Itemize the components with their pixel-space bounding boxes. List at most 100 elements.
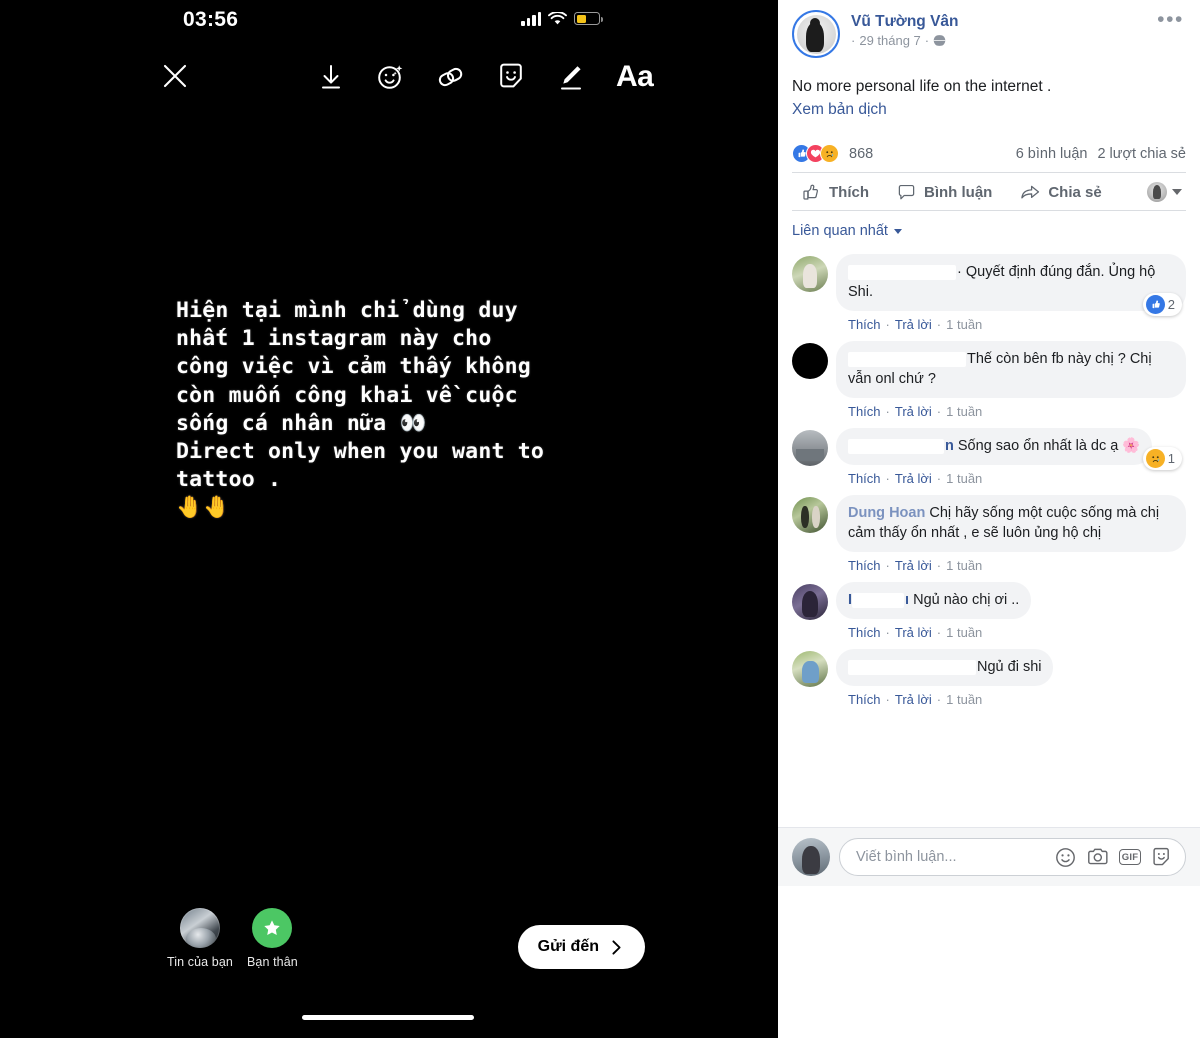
comment-like-action[interactable]: Thích (848, 692, 881, 707)
comment-bubble: · Quyết định đúng đắn. Ủng hộ Shi. (836, 254, 1186, 311)
sticker-icon[interactable] (1152, 847, 1173, 868)
shares-count[interactable]: 2 lượt chia sẻ (1097, 146, 1186, 162)
sticker-icon[interactable] (492, 57, 530, 97)
action-separator: · (936, 471, 942, 486)
comment-actions: Thích · Trả lời · 1 tuần (836, 686, 1186, 709)
like-button-label: Thích (829, 183, 869, 201)
action-separator: · (936, 404, 942, 419)
commenter-name-tail[interactable]: n (945, 438, 954, 454)
post-date[interactable]: 29 tháng 7 (859, 33, 920, 48)
post-header: Vũ Tường Vân · 29 tháng 7 · ••• (792, 0, 1186, 62)
status-bar: 03:56 (0, 0, 775, 46)
audience-close-friends[interactable]: Bạn thân (247, 908, 298, 969)
post-action-row: Thích Bình luận Chia sẻ (792, 172, 1186, 210)
save-icon[interactable] (312, 57, 350, 97)
comment-button[interactable]: Bình luận (883, 183, 1006, 202)
comment-input-placeholder: Viết bình luận... (856, 849, 957, 865)
comment-bubble: Iı Ngủ nào chị ơi .. (836, 582, 1032, 619)
comment-reply-action[interactable]: Trả lời (895, 471, 932, 486)
redacted-name (848, 351, 966, 367)
globe-icon[interactable] (933, 34, 947, 47)
commenter-avatar[interactable] (792, 343, 828, 379)
like-button[interactable]: Thích (792, 183, 883, 202)
action-separator: · (885, 471, 890, 486)
comment-like-action[interactable]: Thích (848, 471, 881, 486)
emoji-icon[interactable] (1055, 847, 1076, 868)
comment-actions: Thích · Trả lời · 1 tuần (836, 552, 1186, 575)
action-separator: · (936, 692, 942, 707)
post-author-name[interactable]: Vũ Tường Vân (851, 12, 959, 31)
comment-reply-action[interactable]: Trả lời (895, 692, 932, 707)
audience-your-story[interactable]: Tin của bạn (167, 908, 233, 969)
comment-button-label: Bình luận (924, 183, 993, 201)
chevron-down-icon (1172, 189, 1182, 195)
author-avatar[interactable] (792, 10, 840, 58)
commenter-avatar[interactable] (792, 497, 828, 533)
send-to-button[interactable]: Gửi đến (517, 925, 645, 969)
redacted-name (852, 592, 905, 608)
comment-reaction-badge[interactable]: 1 (1142, 447, 1182, 470)
instagram-story-composer: 03:56 Aa Hiện tại mình chỉ dùng duy nhất… (0, 0, 775, 1038)
comment-reply-action[interactable]: Trả lời (895, 625, 932, 640)
share-button[interactable]: Chia sẻ (1006, 183, 1115, 202)
redacted-name (848, 264, 956, 280)
sad-reaction-icon (820, 144, 839, 163)
action-separator: · (885, 317, 890, 332)
comment-composer: Viết bình luận... GIF (778, 827, 1200, 886)
post-date-sep: · (924, 33, 930, 48)
comment-actions: Thích · Trả lời · 1 tuần (836, 619, 1186, 642)
commenter-name[interactable]: Dung Hoan (848, 505, 925, 521)
text-icon[interactable]: Aa (612, 62, 654, 92)
commenter-avatar[interactable] (792, 651, 828, 687)
reaction-summary[interactable]: 868 (792, 144, 873, 163)
green-star-icon (252, 908, 293, 948)
comment-like-action[interactable]: Thích (848, 317, 881, 332)
comment-input-box[interactable]: Viết bình luận... GIF (839, 838, 1186, 876)
action-separator: · (885, 625, 890, 640)
audience-your-story-label: Tin của bạn (167, 955, 233, 969)
comment-reaction-badge[interactable]: 2 (1142, 293, 1182, 316)
audience-avatar (1147, 182, 1167, 202)
link-icon[interactable] (432, 57, 470, 97)
close-x-icon[interactable] (160, 61, 190, 91)
commenter-avatar[interactable] (792, 584, 828, 620)
like-reaction-icon (1145, 295, 1165, 314)
comment-bubble-icon (898, 184, 915, 199)
story-text-content[interactable]: Hiện tại mình chỉ dùng duy nhất 1 instag… (176, 297, 606, 523)
draw-icon[interactable] (552, 57, 590, 97)
comment-bubble: Dung Hoan Chị hãy sống một cuộc sống mà … (836, 495, 1186, 552)
comment-reply-action[interactable]: Trả lời (895, 404, 932, 419)
current-user-avatar[interactable] (792, 838, 830, 876)
comment-item: Iı Ngủ nào chị ơi .. Thích · Trả lời · 1… (792, 575, 1186, 642)
commenter-name-tail[interactable]: ı (905, 592, 909, 608)
post-menu-ellipsis-icon[interactable]: ••• (1157, 9, 1184, 30)
comment-like-action[interactable]: Thích (848, 558, 881, 573)
comment-like-action[interactable]: Thích (848, 625, 881, 640)
gif-icon[interactable]: GIF (1119, 849, 1141, 865)
see-translation-link[interactable]: Xem bản dịch (792, 97, 1186, 120)
story-tool-icons: Aa (312, 57, 654, 97)
commenter-avatar[interactable] (792, 256, 828, 292)
comment-actions: Thích · Trả lời · 1 tuần (836, 465, 1186, 488)
comment-text: Ngủ nào chị ơi .. (913, 592, 1020, 608)
comments-count[interactable]: 6 bình luận (1016, 146, 1088, 162)
comment-list: · Quyết định đúng đắn. Ủng hộ Shi. Thích… (792, 247, 1186, 715)
effects-icon[interactable] (372, 57, 410, 97)
comment-reply-action[interactable]: Trả lời (895, 317, 932, 332)
share-arrow-icon (1021, 185, 1040, 198)
post-body-text: No more personal life on the internet . (792, 78, 1052, 95)
audience-selector[interactable] (1147, 182, 1186, 202)
share-button-label: Chia sẻ (1048, 183, 1102, 201)
comment-reply-action[interactable]: Trả lời (895, 558, 932, 573)
status-bar-time: 03:56 (183, 8, 239, 31)
comment-item: n Sống sao ổn nhất là dc ạ 🌸 Thích · Trả… (792, 421, 1186, 488)
commenter-avatar[interactable] (792, 430, 828, 466)
comment-sort-selector[interactable]: Liên quan nhất (792, 210, 1186, 247)
comment-like-action[interactable]: Thích (848, 404, 881, 419)
comment-item: Dung Hoan Chị hãy sống một cuộc sống mà … (792, 488, 1186, 575)
comment-timestamp: 1 tuần (946, 317, 983, 332)
camera-icon[interactable] (1087, 847, 1108, 868)
comment-bubble: Ngủ đi shi (836, 649, 1054, 686)
comment-actions: Thích · Trả lời · 1 tuần (836, 398, 1186, 421)
composer-icons: GIF (1055, 847, 1173, 868)
